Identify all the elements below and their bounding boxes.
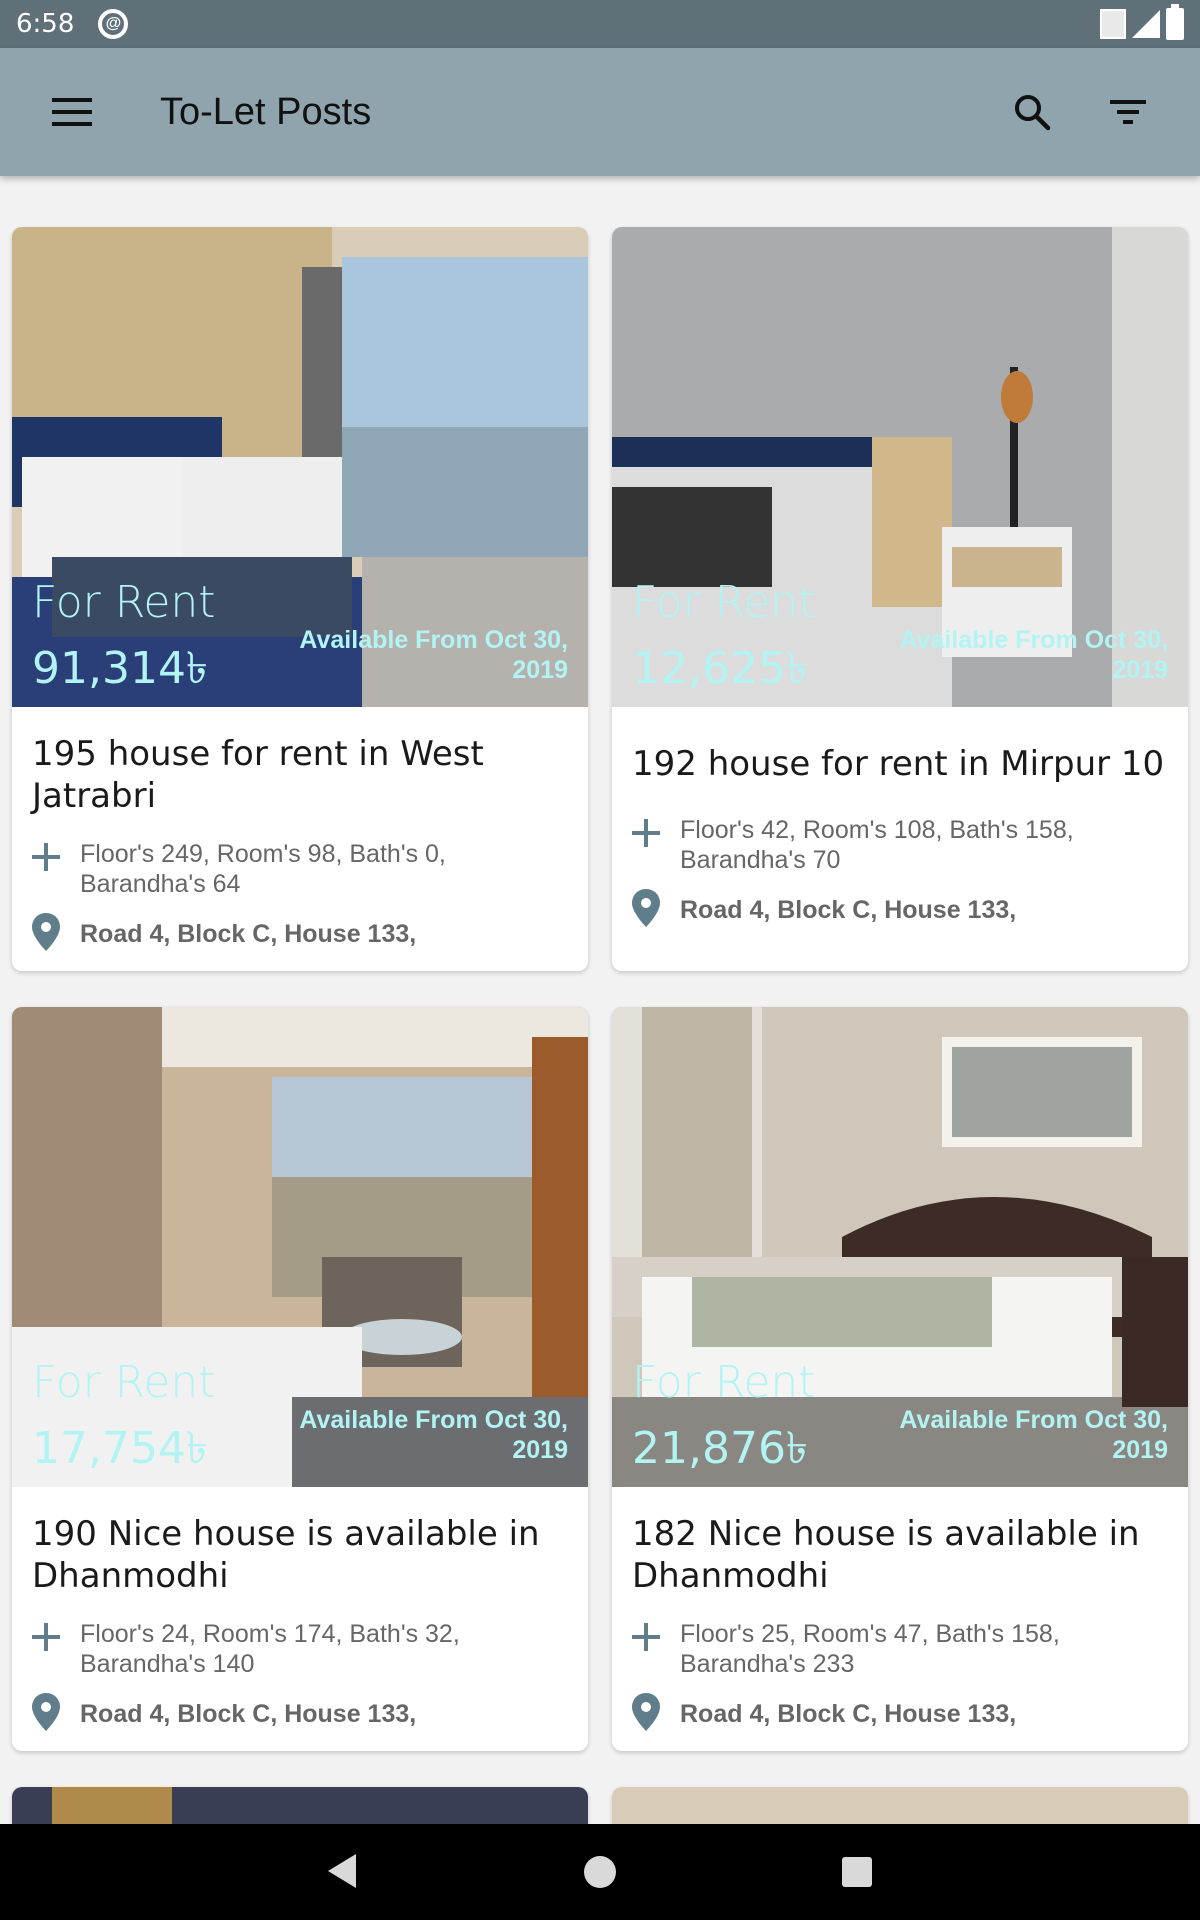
address-text: Road 4, Block C, House 133, <box>80 920 417 948</box>
at-sign-icon: @ <box>98 9 129 39</box>
battery-icon <box>1166 4 1184 40</box>
listing-price: 21,876৳ <box>632 1423 808 1474</box>
filter-icon[interactable] <box>1080 64 1176 160</box>
post-card[interactable]: For Rent 91,314৳ Available From Oct 30, … <box>12 227 588 971</box>
location-pin-icon <box>32 1693 60 1736</box>
location-pin-icon <box>632 889 660 932</box>
page-title: To-Let Posts <box>160 90 372 133</box>
search-icon[interactable] <box>984 64 1080 160</box>
recent-apps-icon[interactable] <box>842 1857 872 1887</box>
post-image: For Rent 17,754৳ Available From Oct 30, … <box>12 1007 588 1487</box>
listing-price: 91,314৳ <box>32 643 208 694</box>
availability-date: Available From Oct 30, 2019 <box>299 626 568 684</box>
plus-icon <box>632 815 660 852</box>
system-nav-bar <box>0 1824 1200 1920</box>
listing-tag: For Rent <box>632 577 816 628</box>
room-details: Floor's 249, Room's 98, Bath's 0, Barand… <box>80 840 446 898</box>
post-image: For Rent 21,876৳ Available From Oct 30, … <box>612 1007 1188 1487</box>
location-pin-icon <box>632 1693 660 1736</box>
address-text: Road 4, Block C, House 133, <box>680 1700 1017 1728</box>
listing-price: 17,754৳ <box>32 1423 208 1474</box>
plus-icon <box>32 839 60 876</box>
post-image: For Rent 91,314৳ Available From Oct 30, … <box>12 227 588 707</box>
back-icon[interactable] <box>328 1854 356 1888</box>
post-title: 195 house for rent in West Jatrabri <box>32 734 484 816</box>
post-title: 192 house for rent in Mirpur 10 <box>632 744 1165 784</box>
room-details: Floor's 42, Room's 108, Bath's 158, Bara… <box>680 816 1074 874</box>
status-bar: 6:58 @ <box>0 0 1200 48</box>
listing-tag: For Rent <box>32 1357 216 1408</box>
address-text: Road 4, Block C, House 133, <box>680 896 1017 924</box>
sim-icon <box>1100 9 1126 39</box>
listing-price: 12,625৳ <box>632 643 808 694</box>
plus-icon <box>32 1619 60 1656</box>
home-icon[interactable] <box>584 1856 616 1888</box>
listing-tag: For Rent <box>32 577 216 628</box>
post-title: 182 Nice house is available in Dhanmodhi <box>632 1514 1140 1596</box>
post-card[interactable]: For Rent 17,754৳ Available From Oct 30, … <box>12 1007 588 1751</box>
status-icons <box>1100 4 1184 40</box>
menu-icon[interactable] <box>32 72 112 152</box>
post-card[interactable]: For Rent 12,625৳ Available From Oct 30, … <box>612 227 1188 971</box>
post-title: 190 Nice house is available in Dhanmodhi <box>32 1514 540 1596</box>
availability-date: Available From Oct 30, 2019 <box>899 1406 1168 1464</box>
availability-date: Available From Oct 30, 2019 <box>899 626 1168 684</box>
status-time: 6:58 <box>16 9 75 39</box>
app-bar: To-Let Posts <box>0 48 1200 176</box>
listing-tag: For Rent <box>632 1357 816 1408</box>
availability-date: Available From Oct 30, 2019 <box>299 1406 568 1464</box>
address-text: Road 4, Block C, House 133, <box>80 1700 417 1728</box>
post-image: For Rent 12,625৳ Available From Oct 30, … <box>612 227 1188 707</box>
plus-icon <box>632 1619 660 1656</box>
post-card-partial[interactable] <box>12 1787 588 1824</box>
post-list[interactable]: For Rent 91,314৳ Available From Oct 30, … <box>0 176 1200 1824</box>
post-card[interactable]: For Rent 21,876৳ Available From Oct 30, … <box>612 1007 1188 1751</box>
location-pin-icon <box>32 913 60 956</box>
room-details: Floor's 25, Room's 47, Bath's 158, Baran… <box>680 1620 1060 1678</box>
room-details: Floor's 24, Room's 174, Bath's 32, Baran… <box>80 1620 460 1678</box>
post-card-partial[interactable] <box>612 1787 1188 1824</box>
signal-icon <box>1132 10 1160 38</box>
